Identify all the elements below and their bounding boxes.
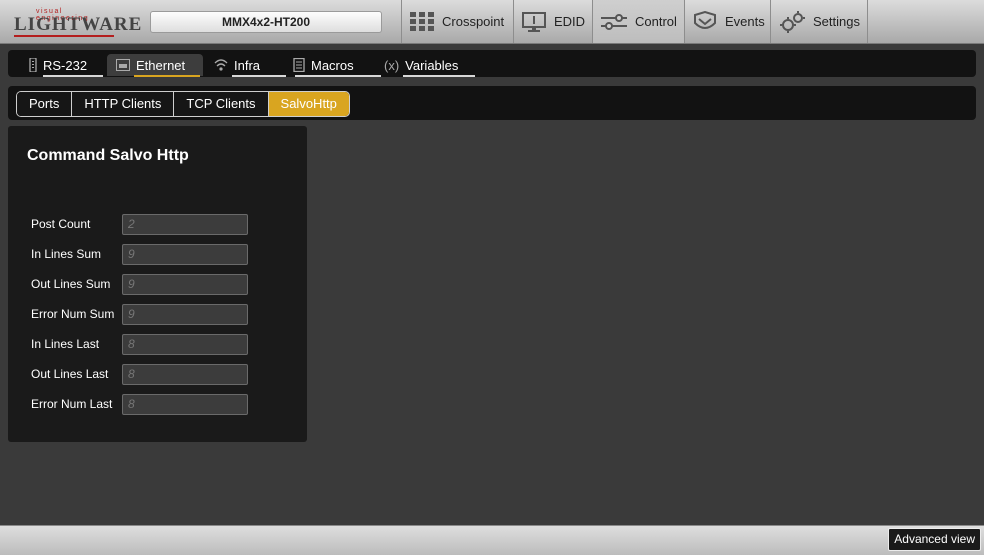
field-error-num-sum: Error Num Sum 9 bbox=[31, 304, 261, 326]
field-label: Out Lines Sum bbox=[31, 277, 111, 291]
nav-events-label: Events bbox=[725, 14, 765, 29]
tab-rs232[interactable]: RS-232 bbox=[29, 54, 105, 77]
tab-rs232-label: RS-232 bbox=[43, 57, 88, 73]
field-error-num-last: Error Num Last 8 bbox=[31, 394, 261, 416]
logo-underline bbox=[14, 35, 114, 37]
nav-control[interactable]: Control bbox=[592, 0, 684, 43]
nav-crosspoint-label: Crosspoint bbox=[442, 14, 505, 29]
nav-edid[interactable]: EDID bbox=[513, 0, 592, 43]
tab-variables-label: Variables bbox=[405, 57, 459, 73]
events-icon bbox=[693, 10, 717, 33]
tab-variables[interactable]: (x) Variables bbox=[384, 54, 476, 77]
subtab-ports[interactable]: Ports bbox=[17, 92, 73, 116]
macros-icon bbox=[293, 58, 305, 72]
field-label: Out Lines Last bbox=[31, 367, 109, 381]
sliders-icon bbox=[601, 11, 627, 33]
field-label: In Lines Last bbox=[31, 337, 100, 351]
subtab-tcp-clients[interactable]: TCP Clients bbox=[174, 92, 269, 116]
nav-settings[interactable]: Settings bbox=[770, 0, 868, 43]
logo-wordmark: LIGHTWARE bbox=[14, 14, 143, 35]
tab-underline bbox=[403, 75, 475, 77]
subtab-group: Ports HTTP Clients TCP Clients SalvoHttp bbox=[16, 91, 350, 117]
out-lines-sum-value: 9 bbox=[122, 274, 248, 295]
crosspoint-grid-icon bbox=[410, 11, 434, 33]
ethernet-subtab-bar: Ports HTTP Clients TCP Clients SalvoHttp bbox=[8, 86, 976, 120]
variables-icon: (x) bbox=[384, 57, 400, 73]
serial-port-icon bbox=[29, 58, 37, 72]
top-bar: visual engineering LIGHTWARE MMX4x2-HT20… bbox=[0, 0, 984, 44]
tab-underline bbox=[43, 75, 103, 77]
subtab-salvohttp[interactable]: SalvoHttp bbox=[268, 92, 349, 116]
control-tab-bar: RS-232 Ethernet Infra Macros (x) Variabl… bbox=[8, 50, 976, 77]
tab-active-underline bbox=[134, 75, 200, 77]
field-out-lines-last: Out Lines Last 8 bbox=[31, 364, 261, 386]
nav-events[interactable]: Events bbox=[684, 0, 770, 43]
subtab-http-clients[interactable]: HTTP Clients bbox=[72, 92, 175, 116]
field-label: Error Num Last bbox=[31, 397, 113, 411]
in-lines-last-value: 8 bbox=[122, 334, 248, 355]
nav-crosspoint[interactable]: Crosspoint bbox=[401, 0, 513, 43]
error-num-sum-value: 9 bbox=[122, 304, 248, 325]
in-lines-sum-value: 9 bbox=[122, 244, 248, 265]
field-in-lines-last: In Lines Last 8 bbox=[31, 334, 261, 356]
field-label: Post Count bbox=[31, 217, 91, 231]
panel-title: Command Salvo Http bbox=[27, 147, 189, 164]
tab-ethernet[interactable]: Ethernet bbox=[107, 54, 203, 77]
tab-infra-label: Infra bbox=[234, 57, 261, 73]
field-out-lines-sum: Out Lines Sum 9 bbox=[31, 274, 261, 296]
nav-settings-label: Settings bbox=[813, 14, 860, 29]
advanced-view-button[interactable]: Advanced view bbox=[888, 528, 981, 551]
main-nav: Crosspoint EDID Control Events Settings bbox=[401, 0, 868, 43]
lightware-logo: visual engineering LIGHTWARE bbox=[14, 8, 141, 37]
field-label: In Lines Sum bbox=[31, 247, 102, 261]
post-count-value: 2 bbox=[122, 214, 248, 235]
field-post-count: Post Count 2 bbox=[31, 214, 261, 236]
field-in-lines-sum: In Lines Sum 9 bbox=[31, 244, 261, 266]
error-num-last-value: 8 bbox=[122, 394, 248, 415]
gears-icon bbox=[779, 10, 805, 33]
monitor-icon bbox=[522, 11, 546, 33]
tab-underline bbox=[295, 75, 381, 77]
field-label: Error Num Sum bbox=[31, 307, 115, 321]
tab-macros-label: Macros bbox=[311, 57, 354, 73]
device-name-label: MMX4x2-HT200 bbox=[150, 11, 382, 33]
status-bar: Advanced view bbox=[0, 525, 984, 555]
tab-infra[interactable]: Infra bbox=[214, 54, 286, 77]
ethernet-icon bbox=[116, 59, 130, 71]
tab-ethernet-label: Ethernet bbox=[136, 57, 186, 73]
infrared-icon bbox=[214, 58, 228, 72]
nav-edid-label: EDID bbox=[554, 14, 586, 29]
tab-underline bbox=[232, 75, 286, 77]
nav-control-label: Control bbox=[635, 14, 677, 29]
out-lines-last-value: 8 bbox=[122, 364, 248, 385]
command-salvo-http-panel: Command Salvo Http Post Count 2 In Lines… bbox=[8, 126, 307, 442]
tab-macros[interactable]: Macros bbox=[293, 54, 381, 77]
